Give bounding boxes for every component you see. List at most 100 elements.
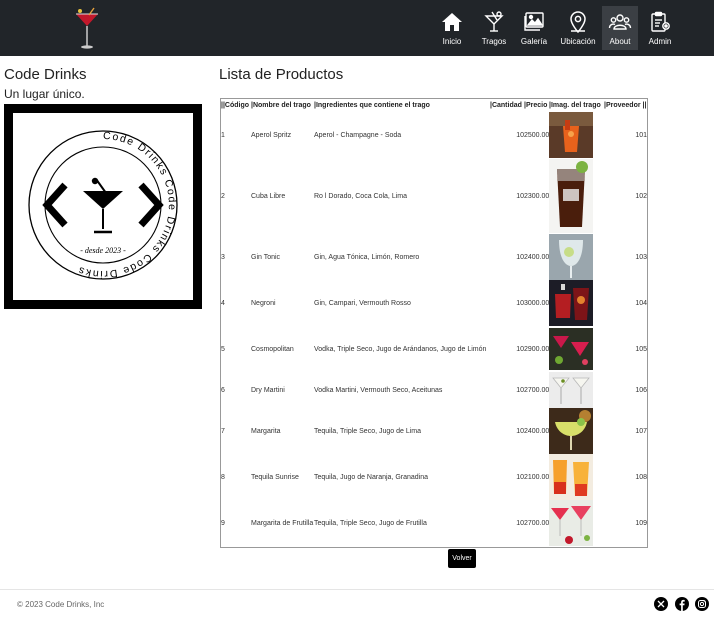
cell-nombre: Cosmopolitan [251,345,294,353]
table-row: 9 Margarita de Frutilla Tequila, Triple … [221,500,647,546]
cell-codigo: 5 [221,345,225,353]
volver-button[interactable]: Volver [448,549,476,568]
cell-codigo: 7 [221,427,225,435]
cell-ingredientes: Vodka Martini, Vermouth Seco, Aceitunas [314,386,443,394]
nav-label: Ubicación [560,37,596,46]
nav-label: About [609,37,631,46]
copyright-text: © 2023 Code Drinks, Inc [17,600,105,609]
cell-cantidad: 10 [516,386,524,394]
cell-codigo: 3 [221,253,225,261]
cell-nombre: Tequila Sunrise [251,473,299,481]
top-navbar: Inicio Tragos Galería Ubicación About Ad… [0,0,714,56]
drink-photo [549,326,604,372]
cell-proveedor: 104 [635,299,647,307]
cell-codigo: 9 [221,519,225,527]
cell-ingredientes: Gin, Agua Tónica, Limón, Romero [314,253,420,261]
image-gallery-icon [524,12,544,31]
column-header: |Nombre del trago [251,102,311,109]
cell-codigo: 4 [221,299,225,307]
nav-item-galeria[interactable]: Galería [514,6,554,50]
nav-menu: Inicio Tragos Galería Ubicación About Ad… [432,0,714,56]
cell-codigo: 1 [221,131,225,139]
column-header: |Precio [524,102,548,109]
nav-item-tragos[interactable]: Tragos [474,6,514,50]
page-title: Lista de Productos [219,66,344,83]
cell-nombre: Negroni [251,299,276,307]
cell-proveedor: 101 [635,131,647,139]
drink-photo [549,280,604,326]
sidebar-title: Code Drinks [4,66,87,83]
cocktail-logo-icon[interactable] [74,6,100,52]
cell-precio: 2100.00 [524,473,549,481]
cell-cantidad: 10 [516,192,524,200]
cell-proveedor: 107 [635,427,647,435]
nav-label: Tragos [481,37,507,46]
products-table: ||Código |Nombre del trago |Ingredientes… [220,98,648,548]
cell-cantidad: 10 [516,519,524,527]
column-header: |Cantidad [490,102,522,109]
cell-precio: 2900.00 [524,345,549,353]
cell-proveedor: 102 [635,192,647,200]
emblem-center-text: - desde 2023 - [80,246,126,255]
cell-proveedor: 106 [635,386,647,394]
cell-codigo: 2 [221,192,225,200]
table-row: 4 Negroni Gin, Campari, Vermouth Rosso 1… [221,280,647,326]
drink-photo [549,158,604,234]
table-row: 3 Gin Tonic Gin, Agua Tónica, Limón, Rom… [221,234,647,280]
drink-photo [549,454,604,500]
cell-precio: 2700.00 [524,519,549,527]
nav-item-about[interactable]: About [602,6,638,50]
cell-cantidad: 10 [516,299,524,307]
cell-ingredientes: Gin, Campari, Vermouth Rosso [314,299,411,307]
drink-photo [549,500,604,546]
cell-nombre: Margarita [251,427,281,435]
table-row: 5 Cosmopolitan Vodka, Triple Seco, Jugo … [221,326,647,372]
cell-nombre: Dry Martini [251,386,285,394]
cell-cantidad: 10 [516,131,524,139]
drink-photo [549,112,604,158]
nav-item-admin[interactable]: Admin [640,6,680,50]
drink-photo [549,372,604,408]
cocktail-glass-icon [484,11,504,32]
cell-nombre: Aperol Spritz [251,131,292,139]
cell-precio: 2700.00 [524,386,549,394]
cell-precio: 3000.00 [524,299,549,307]
column-header: |Imag. del trago [549,102,601,109]
cell-nombre: Gin Tonic [251,253,281,261]
nav-label: Inicio [442,37,462,46]
column-header: |Proveedor || [604,102,647,109]
cell-precio: 2400.00 [524,427,549,435]
home-icon [442,13,462,31]
footer-divider [0,589,714,590]
cell-codigo: 6 [221,386,225,394]
drink-photo [549,408,604,454]
cell-precio: 2400.00 [524,253,549,261]
table-row: 8 Tequila Sunrise Tequila, Jugo de Naran… [221,454,647,500]
column-header: ||Código [221,102,250,109]
nav-item-ubicacion[interactable]: Ubicación [556,6,600,50]
map-pin-icon [570,11,586,34]
table-row: 7 Margarita Tequila, Triple Seco, Jugo d… [221,408,647,454]
admin-clipboard-icon [651,11,670,32]
table-row: 2 Cuba Libre Ro l Dorado, Coca Cola, Lim… [221,158,647,234]
cell-ingredientes: Tequila, Triple Seco, Jugo de Lima [314,427,422,435]
cell-precio: 2300.00 [524,192,549,200]
cell-precio: 2500.00 [524,131,549,139]
table-header-row: ||Código |Nombre del trago |Ingredientes… [221,99,647,112]
cell-codigo: 8 [221,473,225,481]
nav-label: Galería [520,37,548,46]
nav-item-inicio[interactable]: Inicio [432,6,472,50]
cell-cantidad: 10 [516,427,524,435]
cell-ingredientes: Tequila, Triple Seco, Jugo de Frutilla [314,519,427,527]
cell-cantidad: 10 [516,253,524,261]
x-twitter-icon[interactable] [654,597,668,611]
instagram-icon[interactable] [695,597,709,611]
facebook-icon[interactable] [675,597,689,611]
cell-proveedor: 109 [635,519,647,527]
drink-photo [549,234,604,280]
cell-ingredientes: Aperol - Champagne - Soda [314,131,402,139]
nav-label: Admin [648,37,672,46]
sidebar-subtitle: Un lugar único. [4,87,85,101]
column-header: |Ingredientes que contiene el trago [314,102,430,109]
cell-nombre: Margarita de Frutilla [251,519,314,527]
